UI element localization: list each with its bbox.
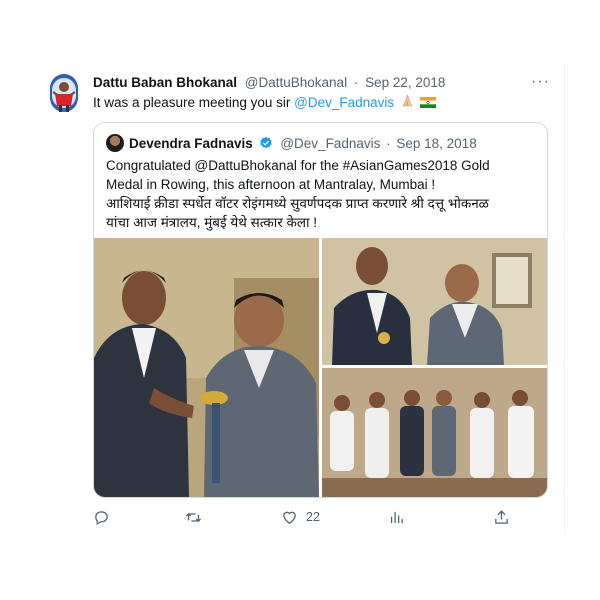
photo-2[interactable]	[322, 238, 547, 365]
retweet-button[interactable]	[185, 507, 210, 527]
photo-1[interactable]	[94, 238, 319, 497]
quoted-text-line: Congratulated @DattuBhokanal for the #As…	[106, 158, 490, 173]
more-options-icon[interactable]: ···	[531, 72, 550, 92]
views-button[interactable]	[388, 507, 413, 527]
quoted-author-handle[interactable]: @Dev_Fadnavis	[280, 136, 380, 151]
like-count: 22	[306, 510, 320, 524]
quoted-date[interactable]: Sep 18, 2018	[396, 136, 476, 151]
views-icon	[390, 511, 403, 523]
india-flag-icon	[419, 97, 436, 108]
folded-hands-icon	[401, 93, 414, 113]
share-button[interactable]	[493, 507, 510, 527]
quoted-tweet[interactable]: Devendra Fadnavis @Dev_Fadnavis · Sep 18…	[93, 122, 548, 498]
tweet-header: Dattu Baban Bhokanal @DattuBhokanal · Se…	[93, 73, 554, 93]
quoted-author-name[interactable]: Devendra Fadnavis	[129, 136, 253, 151]
verified-badge-icon	[259, 136, 272, 149]
reply-button[interactable]	[93, 507, 118, 527]
tweet-card[interactable]: Dattu Baban Bhokanal @DattuBhokanal · Se…	[33, 62, 565, 534]
heart-icon	[283, 511, 296, 524]
author-handle[interactable]: @DattuBhokanal	[245, 75, 347, 90]
quoted-header: Devendra Fadnavis @Dev_Fadnavis · Sep 18…	[106, 134, 477, 154]
author-name[interactable]: Dattu Baban Bhokanal	[93, 75, 237, 90]
tweet-text-body: It was a pleasure meeting you sir	[93, 95, 295, 110]
tweet-date[interactable]: Sep 22, 2018	[365, 75, 445, 90]
like-button[interactable]: 22	[281, 507, 320, 527]
reply-icon	[95, 510, 108, 525]
action-bar: 22	[93, 507, 546, 527]
separator-dot: ·	[353, 75, 359, 90]
quoted-text-line: Medal in Rowing, this afternoon at Mantr…	[106, 177, 436, 192]
tweet-text: It was a pleasure meeting you sir @Dev_F…	[93, 93, 436, 113]
separator-dot: ·	[386, 136, 391, 151]
retweet-icon	[185, 512, 202, 522]
photo-3[interactable]	[322, 368, 547, 497]
share-icon	[495, 509, 508, 524]
quoted-text-line: यांचा आज मंत्रालय, मुंबई येथे सत्कार केल…	[106, 215, 318, 230]
media-grid	[94, 238, 547, 497]
quoted-text: Congratulated @DattuBhokanal for the #As…	[106, 156, 536, 232]
quoted-avatar[interactable]	[106, 134, 124, 152]
quoted-text-line: आशियाई क्रीडा स्पर्धेत वॉटर रोइंगमध्ये स…	[106, 196, 489, 211]
mention-link[interactable]: @Dev_Fadnavis	[294, 95, 394, 110]
avatar[interactable]	[47, 72, 81, 114]
